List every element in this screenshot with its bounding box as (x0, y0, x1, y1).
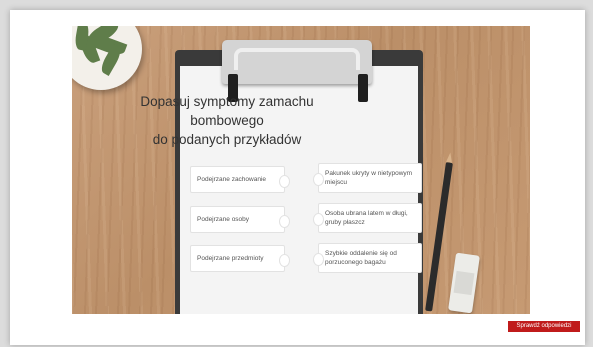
title-line-2: do podanych przykładów (152, 132, 302, 147)
puzzle-knob (279, 254, 290, 267)
puzzle-knob (313, 253, 324, 266)
plant-decoration (72, 26, 142, 90)
right-piece-2[interactable]: Osoba ubrana latem w długi, gruby płaszc… (313, 203, 422, 233)
check-answers-button[interactable]: Sprawdź odpowiedzi (508, 321, 580, 332)
left-piece-1[interactable]: Podejrzane zachowanie (190, 166, 290, 193)
right-piece-1[interactable]: Pakunek ukryty w nietypowym miejscu (313, 163, 422, 193)
eraser-decoration (448, 252, 480, 314)
left-piece-label: Podejrzane przedmioty (197, 255, 264, 262)
left-piece-label: Podejrzane osoby (197, 216, 250, 223)
right-piece-3[interactable]: Szybkie oddalenie się od porzuconego bag… (313, 243, 422, 273)
puzzle-knob (279, 175, 290, 188)
clip-leg-right (358, 74, 368, 102)
right-piece-label: Szybkie oddalenie się od porzuconego bag… (325, 250, 397, 266)
exercise-image (72, 26, 530, 314)
left-piece-label: Podejrzane zachowanie (197, 176, 267, 183)
right-piece-label: Osoba ubrana latem w długi, gruby płaszc… (325, 210, 408, 226)
pencil-decoration (425, 152, 454, 312)
clipboard-clip (222, 40, 372, 84)
puzzle-knob (313, 173, 324, 186)
left-piece-3[interactable]: Podejrzane przedmioty (190, 245, 290, 272)
puzzle-knob (313, 213, 324, 226)
puzzle-knob (279, 215, 290, 228)
exercise-title: Dopasuj symptomy zamachu bombowego do po… (108, 92, 346, 149)
left-piece-2[interactable]: Podejrzane osoby (190, 206, 290, 233)
title-line-1: Dopasuj symptomy zamachu bombowego (140, 94, 314, 128)
right-piece-label: Pakunek ukryty w nietypowym miejscu (325, 170, 413, 186)
